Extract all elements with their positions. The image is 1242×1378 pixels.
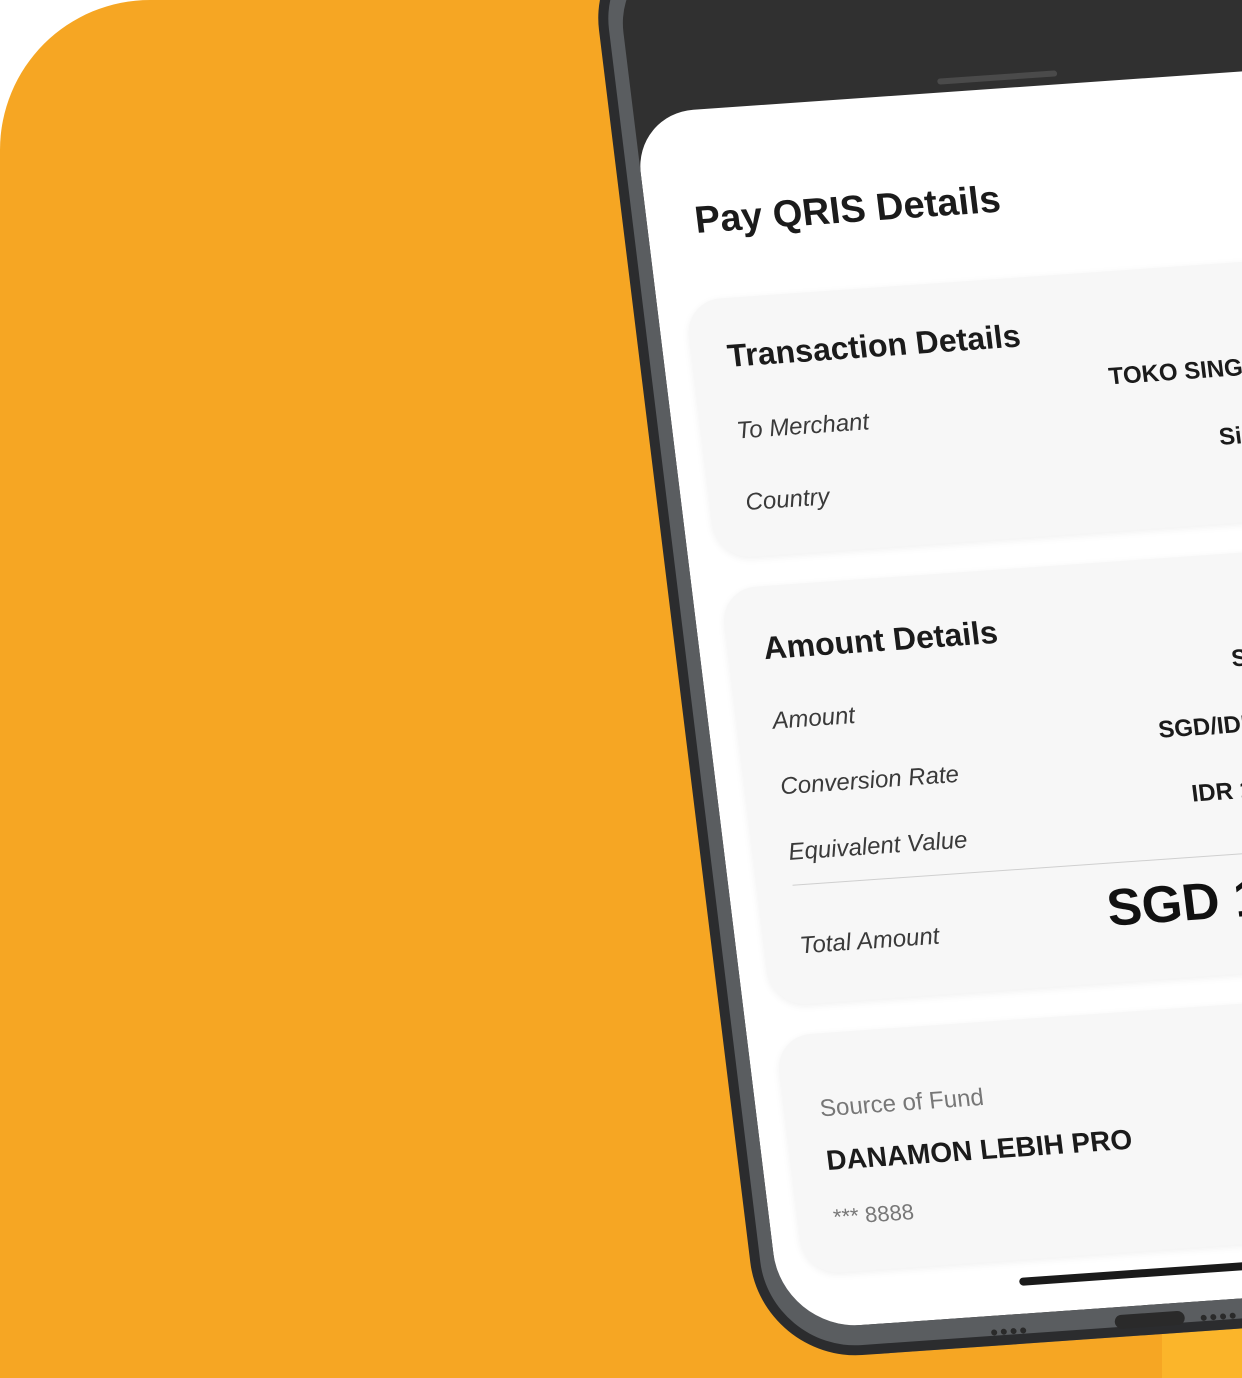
amount-details-title: Amount Details [761,613,1000,667]
country-label: Country [743,483,832,516]
total-amount-label: Total Amount [798,922,941,960]
merchant-value: TOKO SINGAPURA [1107,348,1242,391]
total-amount-value: SGD 150,23 [1103,860,1242,938]
amount-details-card: Amount Details SGD 150,23 Amount SGD/IDR… [719,542,1242,1007]
equivalent-value-label: Equivalent Value [786,826,969,866]
country-value: Singapore [1217,415,1242,451]
merchant-label: To Merchant [735,408,871,445]
page-title: Pay QRIS Details [692,178,1003,242]
source-of-fund-number: *** 8888 [831,1199,916,1230]
source-of-fund-name: DANAMON LEBIH PRO [824,1123,1134,1176]
transaction-details-title: Transaction Details [725,317,1023,374]
source-of-fund-card[interactable]: Source of Fund DANAMON LEBIH PRO *** 888… [774,989,1242,1275]
equivalent-value-value: IDR 1.807.872,32 [1190,767,1242,808]
home-indicator[interactable] [1018,1260,1242,1286]
amount-value: SGD 150,23 [1229,636,1242,673]
conversion-rate-label: Conversion Rate [778,760,961,801]
speaker-grille-right: •••• [1198,1302,1241,1331]
amount-label: Amount [770,702,857,735]
conversion-rate-value: SGD/IDR 12.034,03 [1156,702,1242,744]
transaction-details-card: Transaction Details TOKO SINGAPURA To Me… [684,254,1242,560]
source-of-fund-label: Source of Fund [818,1083,986,1123]
speaker-grille-left: •••• [988,1317,1031,1345]
sheet-grabber[interactable] [936,70,1058,85]
